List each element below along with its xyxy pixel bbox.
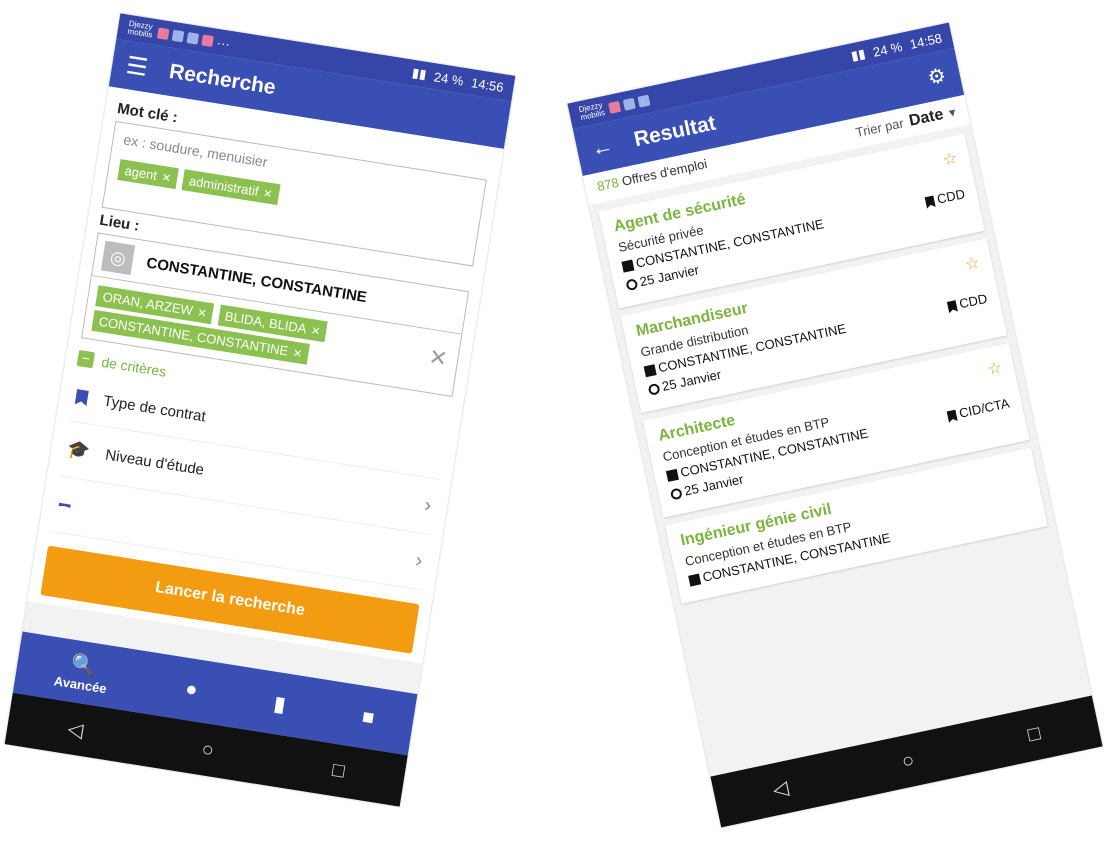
keyword-chip[interactable]: agent ✕ (117, 159, 179, 190)
clock-icon (647, 382, 661, 396)
nav-history[interactable]: ● (183, 677, 200, 702)
home-icon[interactable]: ○ (900, 749, 917, 774)
clock-icon (669, 487, 683, 501)
criteria-label: de critères (100, 353, 168, 380)
page-title: Resultat (631, 111, 718, 152)
map-icon (643, 364, 657, 378)
star-icon[interactable]: ☆ (941, 148, 959, 171)
notification-icon (608, 100, 622, 114)
page-title: Recherche (167, 59, 278, 100)
gps-icon[interactable]: ◎ (100, 240, 136, 276)
filter-label: Niveau d'étude (104, 446, 206, 479)
map-icon: ▮ (272, 692, 287, 716)
clock-icon (625, 278, 639, 292)
map-icon (665, 468, 679, 482)
star-icon[interactable]: ☆ (985, 357, 1004, 380)
clear-icon[interactable]: ✕ (427, 344, 449, 373)
system-nav-bar: ◁ ○ □ (710, 695, 1103, 828)
clock-icon: ● (183, 677, 200, 702)
search-form: Mot clé : ex : soudure, menuisier agent ✕… (27, 86, 504, 664)
bookmark-icon (947, 300, 958, 314)
filter-icon (58, 502, 70, 508)
sort-value: Date (907, 105, 945, 130)
nav-advanced[interactable]: 🔍 Avancée (53, 649, 112, 697)
notification-icon (201, 33, 214, 47)
remove-chip-icon[interactable]: ✕ (196, 307, 207, 320)
menu-icon[interactable]: ☰ (124, 51, 150, 83)
briefcase-icon: ■ (360, 705, 376, 730)
recents-icon[interactable]: □ (331, 758, 346, 783)
notification-icon (637, 94, 651, 108)
count-number: 878 (595, 174, 621, 195)
filter-settings-icon[interactable]: ⚙ (925, 62, 948, 90)
back-icon[interactable]: ◁ (770, 774, 791, 802)
notification-icon (186, 31, 200, 45)
collapse-icon: − (76, 350, 95, 369)
bookmark-icon (924, 195, 935, 209)
carrier-label: Djezzy mobilis (577, 100, 606, 123)
remove-chip-icon[interactable]: ✕ (292, 348, 303, 361)
dropdown-icon: ▾ (947, 104, 958, 121)
filter-label: Type de contrat (102, 392, 207, 426)
sort-label: Trier par (854, 115, 905, 141)
chip-label: administratif (188, 173, 260, 199)
map-icon (688, 573, 702, 587)
back-arrow-icon[interactable]: ← (589, 132, 616, 162)
signal-icon: ▮▮ (849, 45, 867, 64)
keyword-chip[interactable]: administratif ✕ (181, 169, 281, 206)
nav-label: Avancée (52, 673, 108, 697)
bookmark-icon (946, 409, 957, 423)
bookmark-icon (75, 389, 89, 407)
job-contract: CDD (957, 290, 989, 312)
star-icon[interactable]: ☆ (963, 253, 982, 276)
notification-icon (171, 29, 185, 42)
chip-label: agent (123, 162, 159, 183)
search-icon: 🔍 (69, 652, 98, 679)
back-icon[interactable]: ◁ (66, 716, 85, 743)
notification-icon (156, 26, 170, 40)
nav-map[interactable]: ▮ (272, 690, 287, 716)
results-screen: Djezzy mobilis ▮▮ 24 % 14:58 ← Resultat … (567, 22, 1103, 828)
chevron-right-icon: › (422, 494, 433, 517)
nav-jobs[interactable]: ■ (360, 705, 376, 730)
recents-icon[interactable]: □ (1026, 722, 1043, 747)
chevron-right-icon: › (414, 549, 425, 573)
remove-chip-icon[interactable]: ✕ (262, 188, 273, 201)
graduation-cap-icon: 🎓 (66, 438, 92, 462)
remove-chip-icon[interactable]: ✕ (310, 325, 321, 338)
more-notifications: ··· (215, 34, 232, 52)
job-contract: CDD (935, 186, 967, 207)
battery-level: 24 % (433, 68, 465, 89)
remove-chip-icon[interactable]: ✕ (161, 172, 172, 185)
battery-level: 24 % (871, 38, 904, 60)
clock-time: 14:58 (908, 30, 944, 52)
search-screen: Djezzy mobilis ··· ▮▮ 24 % 14:56 ☰ Reche… (4, 13, 516, 807)
signal-icon: ▮▮ (411, 64, 428, 82)
map-icon (621, 259, 635, 273)
clock-time: 14:56 (470, 74, 505, 95)
notification-icon (622, 97, 636, 111)
carrier-label: Djezzy mobilis (126, 18, 154, 40)
home-icon[interactable]: ○ (200, 738, 215, 763)
